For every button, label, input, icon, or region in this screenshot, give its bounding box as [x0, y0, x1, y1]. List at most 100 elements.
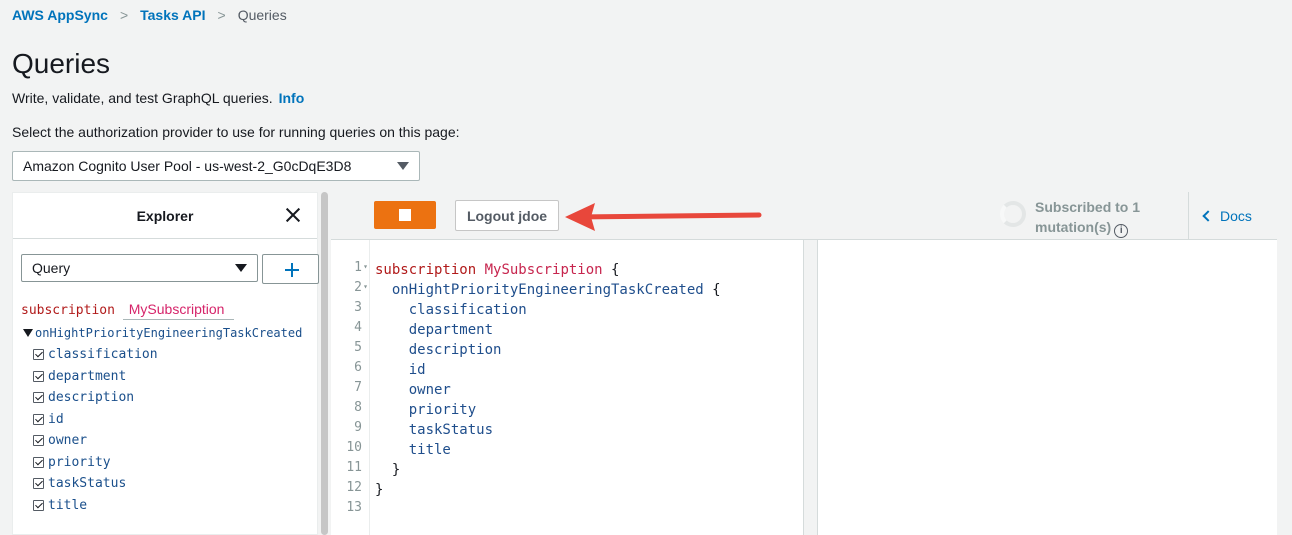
loading-spinner-icon [1000, 201, 1026, 227]
explorer-field-list: classification department description id… [33, 344, 158, 516]
explorer-title: Explorer [136, 207, 194, 224]
subscription-status-line2: mutation(s) [1035, 219, 1112, 235]
code-line: classification [408, 302, 527, 318]
results-divider[interactable] [805, 240, 817, 535]
caret-down-icon [235, 264, 247, 272]
auth-provider-select[interactable]: Amazon Cognito User Pool - us-west-2_G0c… [12, 151, 420, 181]
fold-arrow-icon[interactable]: ▾ [363, 282, 368, 291]
code-line: } [375, 482, 384, 498]
explorer-field-item[interactable]: priority [33, 452, 158, 474]
breadcrumb-current: Queries [237, 7, 287, 23]
checkbox-checked-icon[interactable] [33, 456, 44, 468]
code-line: priority [408, 402, 477, 418]
checkbox-checked-icon[interactable] [33, 499, 44, 511]
line-number: 8 [354, 400, 362, 415]
caret-down-icon [397, 162, 409, 170]
line-number: 12 [346, 480, 362, 495]
line-number: 10 [346, 440, 362, 455]
breadcrumb: AWS AppSync > Tasks API > Queries [12, 6, 287, 24]
code-line: taskStatus [408, 422, 494, 438]
fold-arrow-icon[interactable]: ▾ [363, 262, 368, 271]
code-content[interactable]: subscription MySubscription { onHightPri… [375, 260, 721, 520]
operation-type-select[interactable]: Query [21, 254, 258, 282]
breadcrumb-tasks-api-link[interactable]: Tasks API [140, 7, 205, 23]
page-title: Queries [12, 48, 111, 79]
query-toolbar: Logout jdoe Subscribed to 1 mutation(s) i… [331, 192, 1277, 240]
field-label: description [48, 390, 135, 406]
docs-button[interactable]: Docs [1202, 208, 1252, 224]
explorer-field-item[interactable]: id [33, 409, 158, 431]
line-number: 4 [354, 320, 362, 335]
divider [1188, 192, 1189, 240]
line-number: 3 [354, 300, 362, 315]
explorer-field-item[interactable]: taskStatus [33, 473, 158, 495]
docs-label: Docs [1220, 208, 1252, 224]
panel-resize-handle[interactable] [321, 192, 328, 535]
field-label: department [48, 368, 127, 384]
page-description: Write, validate, and test GraphQL querie… [12, 90, 304, 106]
subscription-status-line1: Subscribed to 1 [1035, 199, 1141, 215]
field-label: title [48, 497, 88, 513]
code-line: description [408, 342, 502, 358]
explorer-field-item[interactable]: classification [33, 344, 158, 366]
explorer-field-item[interactable]: owner [33, 430, 158, 452]
line-number: 6 [354, 360, 362, 375]
chevron-right-icon: > [217, 7, 226, 23]
query-editor[interactable]: 1 ▾ 2 ▾ 3 4 5 6 7 8 9 10 11 12 13 subscrip… [331, 240, 804, 535]
field-label: priority [48, 454, 111, 470]
triangle-down-icon [23, 329, 33, 337]
page-description-text: Write, validate, and test GraphQL querie… [12, 90, 273, 106]
code-line: onHightPriorityEngineeringTaskCreated { [391, 282, 721, 298]
field-label: id [48, 411, 64, 427]
explorer-panel: Explorer Query subscription MySubscripti… [12, 192, 319, 535]
line-number: 9 [354, 420, 362, 435]
logout-button[interactable]: Logout jdoe [455, 200, 559, 231]
auth-provider-value: Amazon Cognito User Pool - us-west-2_G0c… [23, 158, 352, 174]
code-line: id [408, 362, 426, 378]
field-label: owner [48, 433, 88, 449]
checkbox-checked-icon[interactable] [33, 349, 44, 361]
explorer-field-item[interactable]: description [33, 387, 158, 409]
breadcrumb-appsync-link[interactable]: AWS AppSync [12, 7, 108, 23]
field-label: classification [48, 347, 158, 363]
checkbox-checked-icon[interactable] [33, 392, 44, 404]
checkbox-checked-icon[interactable] [33, 478, 44, 490]
field-label: taskStatus [48, 476, 127, 492]
chevron-right-icon: > [119, 7, 129, 23]
line-number: 13 [346, 500, 362, 515]
explorer-root-field[interactable]: onHightPriorityEngineeringTaskCreated [23, 326, 302, 340]
explorer-field-item[interactable]: title [33, 495, 158, 517]
code-line: department [408, 322, 494, 338]
code-line: title [408, 442, 451, 458]
line-number: 1 ▾ [354, 260, 368, 275]
line-number: 5 [354, 340, 362, 355]
line-number-gutter: 1 ▾ 2 ▾ 3 4 5 6 7 8 9 10 11 12 13 [331, 240, 370, 535]
line-number: 7 [354, 380, 362, 395]
stop-subscription-button[interactable] [374, 201, 436, 229]
checkbox-checked-icon[interactable] [33, 435, 44, 447]
add-operation-button[interactable] [262, 254, 319, 284]
auth-provider-label: Select the authorization provider to use… [12, 124, 460, 140]
line-number: 11 [346, 460, 362, 475]
subscription-status: Subscribed to 1 mutation(s) i [1035, 197, 1140, 238]
code-line: } [391, 462, 401, 478]
checkbox-checked-icon[interactable] [33, 413, 44, 425]
root-field-label: onHightPriorityEngineeringTaskCreated [35, 326, 303, 340]
explorer-header: Explorer [13, 193, 317, 239]
explorer-field-item[interactable]: department [33, 366, 158, 388]
operation-name-input[interactable]: MySubscription [122, 301, 235, 320]
chevron-left-icon [1202, 210, 1214, 222]
close-icon[interactable] [285, 207, 301, 223]
info-link[interactable]: Info [279, 90, 305, 106]
line-number: 2 ▾ [354, 280, 368, 295]
results-pane [817, 240, 1277, 535]
operation-type-value: Query [32, 260, 71, 276]
code-line: subscription MySubscription { [375, 262, 620, 278]
info-icon[interactable]: i [1114, 224, 1129, 238]
explorer-operation: subscription MySubscription [21, 301, 235, 320]
code-line: owner [408, 382, 451, 398]
annotation-arrow-icon [565, 203, 762, 231]
operation-keyword: subscription [21, 303, 115, 318]
checkbox-checked-icon[interactable] [33, 370, 44, 382]
